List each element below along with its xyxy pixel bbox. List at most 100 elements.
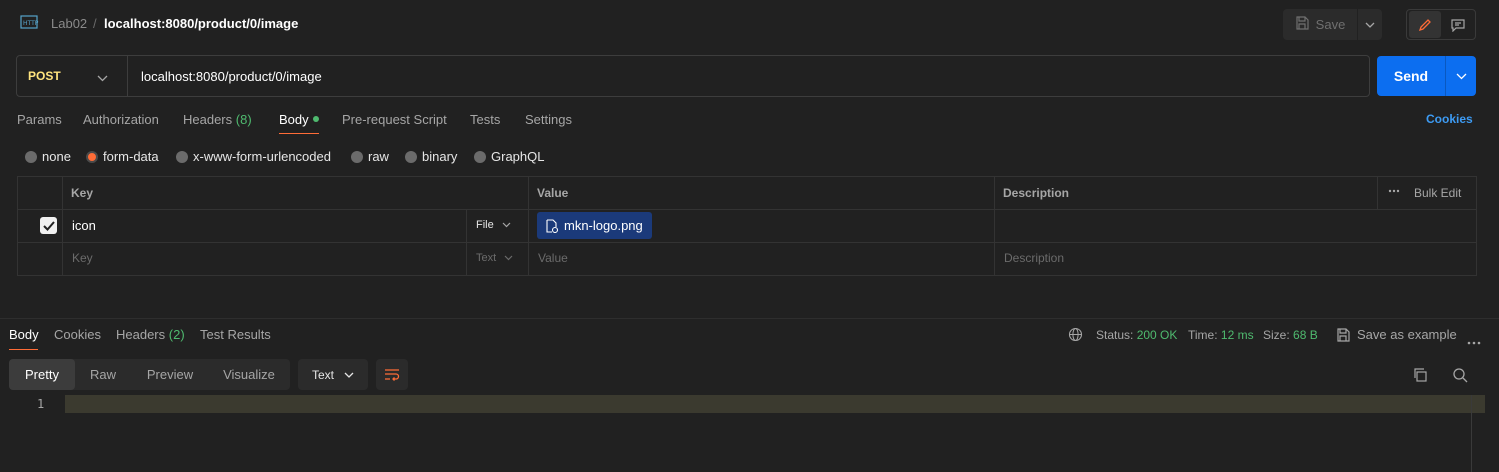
tab-authorization[interactable]: Authorization xyxy=(83,112,159,127)
globe-icon[interactable] xyxy=(1068,327,1083,345)
editor-scrollbar[interactable] xyxy=(1471,395,1472,472)
more-options-icon[interactable] xyxy=(1467,333,1481,348)
type-select-label: File xyxy=(476,219,494,231)
response-time[interactable]: Time: 12 ms xyxy=(1188,328,1254,342)
radio-circle xyxy=(351,150,363,163)
table-divider xyxy=(17,209,1477,210)
response-tab-cookies[interactable]: Cookies xyxy=(54,327,101,342)
radio-graphql[interactable]: GraphQL xyxy=(474,149,544,164)
tab-headers-label: Headers xyxy=(183,112,233,127)
save-options-button[interactable] xyxy=(1358,9,1382,40)
response-status[interactable]: Status: 200 OK xyxy=(1096,328,1177,342)
bulk-edit-button[interactable]: Bulk Edit xyxy=(1414,186,1461,200)
method-select[interactable]: POST xyxy=(28,69,61,83)
chevron-down-icon[interactable] xyxy=(97,70,108,85)
wrap-lines-button[interactable] xyxy=(376,359,408,390)
radio-binary[interactable]: binary xyxy=(405,149,457,164)
type-select-placeholder[interactable]: Text xyxy=(476,252,513,264)
cookies-link[interactable]: Cookies xyxy=(1426,112,1473,126)
response-tab-headers-count: (2) xyxy=(168,327,185,342)
description-input-placeholder[interactable]: Description xyxy=(1004,251,1064,265)
column-header-value: Value xyxy=(537,186,569,200)
column-header-description: Description xyxy=(1003,186,1070,200)
search-icon[interactable] xyxy=(1452,367,1468,386)
size-label: Size: xyxy=(1263,328,1290,342)
documentation-button[interactable] xyxy=(1443,11,1473,38)
http-request-icon: HTTP xyxy=(20,14,40,32)
radio-label: raw xyxy=(368,149,389,164)
view-preview[interactable]: Preview xyxy=(134,359,206,390)
table-divider xyxy=(62,176,63,276)
format-label: Text xyxy=(311,367,334,382)
response-divider xyxy=(0,318,1499,319)
tab-tests[interactable]: Tests xyxy=(470,112,500,127)
time-value: 12 ms xyxy=(1220,328,1254,342)
view-pretty[interactable]: Pretty xyxy=(9,359,75,390)
radio-label: form-data xyxy=(103,149,159,164)
response-tab-test-results[interactable]: Test Results xyxy=(200,327,271,342)
table-divider xyxy=(1377,176,1378,209)
save-as-example-button[interactable]: Save as example xyxy=(1336,327,1457,342)
row-enabled-checkbox[interactable] xyxy=(40,217,57,234)
response-tab-body[interactable]: Body xyxy=(9,327,39,342)
radio-label: x-www-form-urlencoded xyxy=(193,149,331,164)
radio-circle xyxy=(176,150,188,163)
form-data-table xyxy=(17,176,1477,276)
file-name: mkn-logo.png xyxy=(564,218,643,233)
edit-mode-button[interactable] xyxy=(1409,11,1441,38)
save-button[interactable]: Save xyxy=(1283,9,1357,40)
tab-settings[interactable]: Settings xyxy=(525,112,572,127)
send-button[interactable]: Send xyxy=(1377,56,1445,96)
url-input[interactable]: localhost:8080/product/0/image xyxy=(141,69,322,84)
chevron-down-icon xyxy=(1365,22,1375,28)
file-image-icon xyxy=(546,218,559,233)
active-tab-underline xyxy=(279,133,319,134)
tab-params[interactable]: Params xyxy=(17,112,62,127)
copy-icon[interactable] xyxy=(1412,367,1428,386)
radio-label: none xyxy=(42,149,71,164)
send-options-button[interactable] xyxy=(1446,56,1476,96)
chevron-down-icon xyxy=(502,222,511,228)
wrap-lines-icon xyxy=(385,368,400,381)
radio-form-data[interactable]: form-data xyxy=(86,149,159,164)
radio-circle xyxy=(25,150,37,163)
save-label: Save xyxy=(1315,17,1346,32)
breadcrumb-collection[interactable]: Lab02 xyxy=(51,16,87,31)
tab-pre-request-script[interactable]: Pre-request Script xyxy=(342,112,447,127)
radio-label: GraphQL xyxy=(491,149,545,164)
time-label: Time: xyxy=(1188,328,1218,342)
response-size[interactable]: Size: 68 B xyxy=(1263,328,1318,342)
radio-circle xyxy=(474,150,486,163)
active-line-highlight[interactable] xyxy=(65,395,1485,413)
status-value: 200 OK xyxy=(1136,328,1178,342)
chevron-down-icon xyxy=(344,372,354,378)
radio-circle-selected xyxy=(86,150,98,163)
radio-x-www-form-urlencoded[interactable]: x-www-form-urlencoded xyxy=(176,149,331,164)
column-header-key: Key xyxy=(71,186,94,200)
breadcrumb-separator: / xyxy=(93,16,97,31)
save-as-example-label: Save as example xyxy=(1357,327,1457,342)
format-select[interactable]: Text xyxy=(298,359,368,390)
file-chip[interactable]: mkn-logo.png xyxy=(537,212,652,239)
radio-raw[interactable]: raw xyxy=(351,149,389,164)
value-input-placeholder[interactable]: Value xyxy=(538,251,568,265)
response-tab-headers[interactable]: Headers (2) xyxy=(116,327,185,342)
key-field[interactable]: icon xyxy=(72,218,96,233)
radio-label: binary xyxy=(422,149,458,164)
radio-none[interactable]: none xyxy=(25,149,71,164)
comment-icon xyxy=(1451,18,1465,32)
size-value: 68 B xyxy=(1293,328,1318,342)
type-select-label: Text xyxy=(476,252,497,264)
line-number: 1 xyxy=(37,397,45,411)
chevron-down-icon xyxy=(1456,73,1466,79)
tab-headers[interactable]: Headers (8) xyxy=(183,112,252,127)
request-title[interactable]: localhost:8080/product/0/image xyxy=(104,16,298,31)
view-visualize[interactable]: Visualize xyxy=(211,359,287,390)
key-input-placeholder[interactable]: Key xyxy=(72,251,93,265)
more-options-icon[interactable] xyxy=(1388,185,1400,200)
type-select[interactable]: File xyxy=(476,219,511,231)
table-divider xyxy=(17,242,1477,243)
view-raw[interactable]: Raw xyxy=(78,359,128,390)
tab-body[interactable]: Body xyxy=(279,112,319,127)
tab-body-label: Body xyxy=(279,112,309,127)
